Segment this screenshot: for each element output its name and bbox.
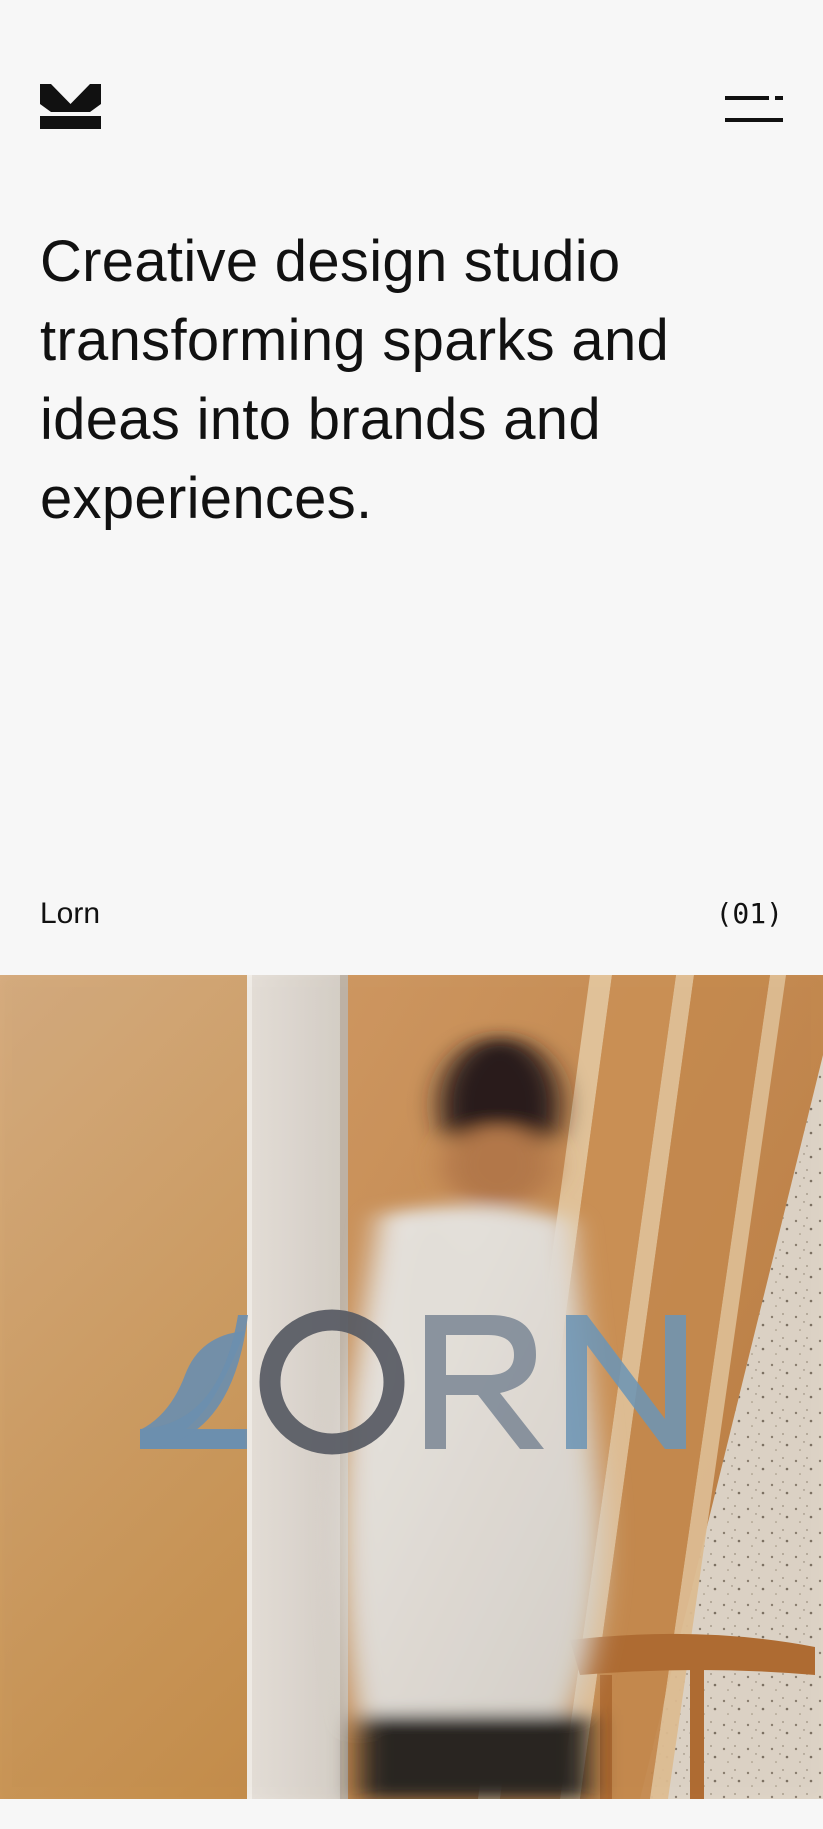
menu-icon [725, 96, 783, 122]
site-header [0, 0, 823, 200]
hero-title: Creative design studio transforming spar… [40, 229, 670, 531]
project-index: (01) [715, 897, 783, 930]
project-photo [0, 975, 823, 1799]
studio-monogram-icon [40, 84, 101, 129]
project-name-link[interactable]: Lorn [40, 897, 100, 931]
project-image-lorn[interactable] [0, 975, 823, 1799]
logo-link[interactable] [40, 84, 101, 129]
menu-button[interactable] [722, 92, 786, 126]
